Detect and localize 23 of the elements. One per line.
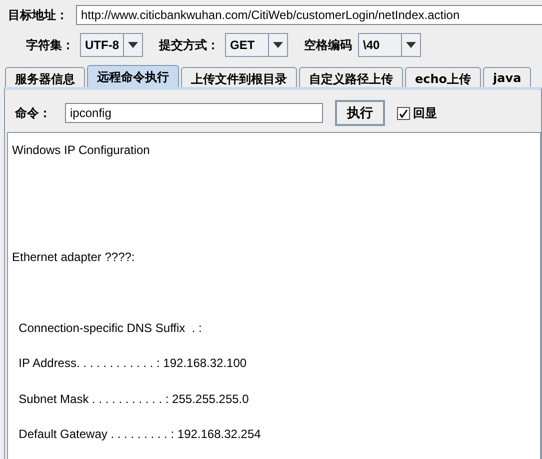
url-field[interactable]: http://www.citicbankwuhan.com/CitiWeb/customerLogin/netIndex.action [76, 5, 542, 25]
tab[interactable]: echo上传 [405, 67, 482, 87]
dropdown[interactable]: UTF-8 [80, 33, 143, 57]
caret-icon [273, 42, 283, 48]
checkbox[interactable] [397, 106, 410, 120]
caret-icon [406, 42, 416, 48]
target-label: 目标地址： [8, 6, 68, 24]
tab[interactable]: 服务器信息 [5, 67, 85, 87]
tab[interactable]: java [483, 67, 532, 87]
command-field[interactable]: ipconfig [65, 103, 323, 123]
output-text: Windows IP Configuration Ethernet adapter ????: Connection-specific DNS Suffix . : IP Address. . . . . . . . . . . . : 192.168.32.100 Subnet Mask . . . . . . . . . . . : 255.255.255.0 Default Gateway . . . . . . . . . : 192.168.32.254 [7, 132, 541, 459]
option-label: 字符集： [26, 36, 74, 54]
option-label: 空格编码 [304, 36, 352, 54]
echo-label: 回显 [413, 104, 437, 122]
dropdown[interactable]: GET [225, 33, 288, 57]
tab[interactable]: 远程命令执行 [87, 65, 179, 87]
dropdown[interactable]: \40 [358, 33, 421, 57]
command-label: 命令： [15, 104, 51, 122]
option-label: 提交方式： [159, 36, 219, 54]
execute-button[interactable]: 执行 [335, 100, 385, 126]
tab[interactable]: 自定义路径上传 [299, 67, 403, 87]
tab[interactable]: 上传文件到根目录 [181, 67, 297, 87]
caret-icon [128, 42, 138, 48]
